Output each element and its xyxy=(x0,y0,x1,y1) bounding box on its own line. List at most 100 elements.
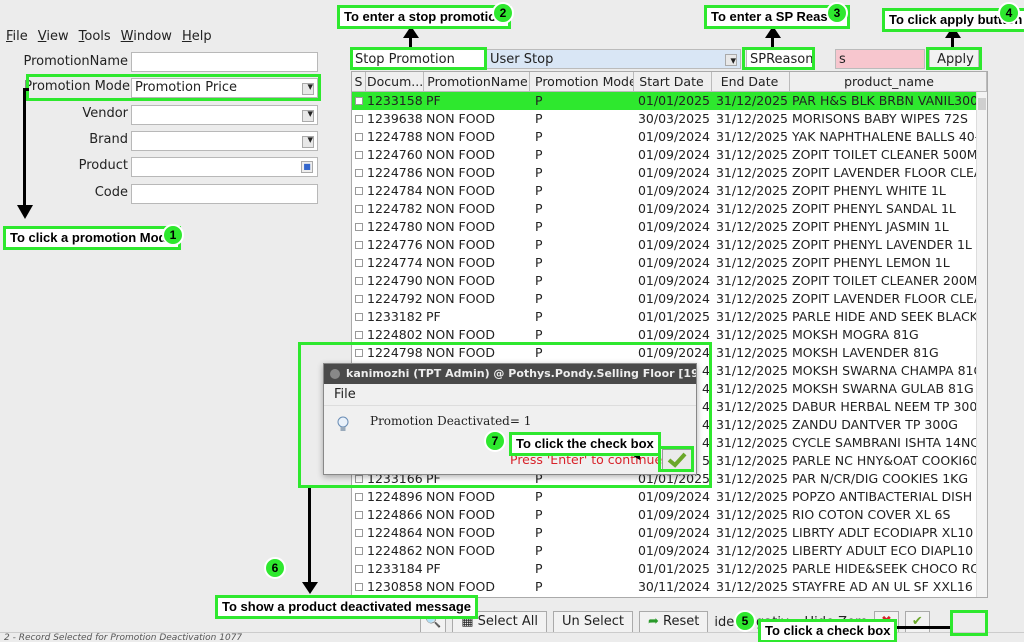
cell-document: 1224774 xyxy=(367,255,423,270)
cell-product-name: ZOPIT PHENYL SANDAL 1L xyxy=(792,201,956,216)
table-row[interactable]: 1224786 NON FOOD P 01/09/2024 31/12/2025 ZOPI… xyxy=(352,164,987,182)
cell-promotion-name: NON FOOD xyxy=(426,345,496,360)
col-product-name[interactable]: product_name xyxy=(790,72,987,91)
lookup-icon[interactable]: ■ xyxy=(301,161,313,173)
row-checkbox[interactable] xyxy=(352,506,366,524)
grid-body: 1233158 PF P 01/01/2025 31/12/2025 PAR H&S BL… xyxy=(352,92,987,596)
row-checkbox[interactable] xyxy=(352,308,366,326)
row-checkbox[interactable] xyxy=(352,326,366,344)
row-checkbox[interactable] xyxy=(352,254,366,272)
cell-product-name: ZOPIT PHENYL LEMON 1L xyxy=(792,255,950,270)
promotion-grid: S Docum... PromotionName Promotion Mode … xyxy=(351,71,988,598)
table-row[interactable]: 1224788 NON FOOD P 01/09/2024 31/12/2025 YAK … xyxy=(352,128,987,146)
cell-end-date: 31/12/2025 xyxy=(715,525,788,540)
cell-start-date: 01/01/2025 xyxy=(637,561,710,576)
row-checkbox[interactable] xyxy=(352,272,366,290)
row-checkbox[interactable] xyxy=(352,236,366,254)
menu-file[interactable]: File xyxy=(6,29,28,44)
cell-promotion-mode: P xyxy=(535,237,543,252)
table-row[interactable]: 1233184 PF P 01/01/2025 31/12/2025 PARLE HIDE… xyxy=(352,560,987,578)
row-checkbox[interactable] xyxy=(352,164,366,182)
badge-6: 6 xyxy=(264,557,286,579)
badge-2: 2 xyxy=(492,2,514,24)
col-select[interactable]: S xyxy=(352,72,366,91)
promotion-name-input[interactable] xyxy=(131,52,318,72)
table-row[interactable]: 1224802 NON FOOD P 01/09/2024 31/12/2025 MOKS… xyxy=(352,326,987,344)
table-row[interactable]: 1224760 NON FOOD P 01/09/2024 31/12/2025 ZOPI… xyxy=(352,146,987,164)
cell-product-name: ZOPIT TOILET CLEANER 500M xyxy=(792,147,978,162)
table-row[interactable]: 1224862 NON FOOD P 01/09/2024 31/12/2025 LIBE… xyxy=(352,542,987,560)
cell-promotion-name: PF xyxy=(426,561,441,576)
dialog-menu-file[interactable]: File xyxy=(324,384,696,406)
cell-product-name: MOKSH SWARNA GULAB 81G xyxy=(792,381,974,396)
menu-view[interactable]: View xyxy=(38,29,69,44)
menu-window[interactable]: Window xyxy=(121,29,172,44)
sp-reason-input[interactable]: s xyxy=(835,49,925,69)
code-input[interactable] xyxy=(131,184,318,204)
col-start-date[interactable]: Start Date xyxy=(634,72,712,91)
row-checkbox[interactable] xyxy=(352,146,366,164)
menu-tools[interactable]: Tools xyxy=(79,29,111,44)
row-checkbox[interactable] xyxy=(352,560,366,578)
dialog-ok-button[interactable] xyxy=(662,449,692,471)
cell-document: 1224862 xyxy=(367,543,423,558)
table-row[interactable]: 1224896 NON FOOD P 01/09/2024 31/12/2025 POPZ… xyxy=(352,488,987,506)
ok-button[interactable]: ✔ xyxy=(904,611,930,633)
table-row[interactable]: 1230858 NON FOOD P 30/11/2024 31/12/2025 STAY… xyxy=(352,578,987,596)
arrow-head-1 xyxy=(17,205,33,219)
row-checkbox[interactable] xyxy=(352,92,366,110)
table-row[interactable]: 1239638 NON FOOD P 30/03/2025 31/12/2025 MORI… xyxy=(352,110,987,128)
col-promotion-mode[interactable]: Promotion Mode xyxy=(530,72,634,91)
table-row[interactable]: 1233182 PF P 01/01/2025 31/12/2025 PARLE HIDE… xyxy=(352,308,987,326)
table-row[interactable]: 1224790 NON FOOD P 01/09/2024 31/12/2025 ZOPI… xyxy=(352,272,987,290)
apply-button[interactable]: Apply xyxy=(929,49,979,69)
promotion-mode-select[interactable]: Promotion Price xyxy=(131,78,318,98)
row-checkbox[interactable] xyxy=(352,542,366,560)
table-row[interactable]: 1224792 NON FOOD P 01/09/2024 31/12/2025 ZOPI… xyxy=(352,290,987,308)
row-checkbox[interactable] xyxy=(352,578,366,596)
table-row[interactable]: 1224864 NON FOOD P 01/09/2024 31/12/2025 LIBR… xyxy=(352,524,987,542)
vendor-select[interactable] xyxy=(131,105,318,125)
cell-end-date: 31/12/2025 xyxy=(715,111,788,126)
row-checkbox[interactable] xyxy=(352,488,366,506)
dialog-title: kanimozhi (TPT Admin) @ Pothys.Pondy.Sel… xyxy=(324,364,696,384)
vertical-scrollbar[interactable] xyxy=(976,92,987,597)
table-row[interactable]: 1224866 NON FOOD P 01/09/2024 31/12/2025 RIO … xyxy=(352,506,987,524)
row-checkbox[interactable] xyxy=(352,524,366,542)
menu-help[interactable]: Help xyxy=(182,29,212,44)
scroll-thumb[interactable] xyxy=(978,98,986,110)
cell-start-date: 01/01/2025 xyxy=(637,309,710,324)
cell-promotion-name: NON FOOD xyxy=(426,291,496,306)
row-checkbox[interactable] xyxy=(352,290,366,308)
cell-product-name: PARLE HIDE&SEEK CHOCO RO xyxy=(792,561,981,576)
row-checkbox[interactable] xyxy=(352,200,366,218)
table-row[interactable]: 1224776 NON FOOD P 01/09/2024 31/12/2025 ZOPI… xyxy=(352,236,987,254)
reset-button[interactable]: ➦ Reset xyxy=(638,611,709,633)
table-row[interactable]: 1224782 NON FOOD P 01/09/2024 31/12/2025 ZOPI… xyxy=(352,200,987,218)
table-row[interactable]: 1224780 NON FOOD P 01/09/2024 31/12/2025 ZOPI… xyxy=(352,218,987,236)
stop-promotion-field[interactable]: Stop Promotion xyxy=(351,49,486,69)
cell-start-date: 01/09/2024 xyxy=(637,129,710,144)
cell-start-date: 01/09/2024 xyxy=(637,345,710,360)
row-checkbox[interactable] xyxy=(352,344,366,362)
row-checkbox[interactable] xyxy=(352,218,366,236)
col-promotion-name[interactable]: PromotionName xyxy=(424,72,530,91)
cell-document: 1224760 xyxy=(367,147,423,162)
row-checkbox[interactable] xyxy=(352,182,366,200)
table-row[interactable]: 1224774 NON FOOD P 01/09/2024 31/12/2025 ZOPI… xyxy=(352,254,987,272)
table-row[interactable]: 1233158 PF P 01/01/2025 31/12/2025 PAR H&S BL… xyxy=(352,92,987,110)
col-document[interactable]: Docum... xyxy=(366,72,424,91)
reason-type-select[interactable]: User Stop xyxy=(486,49,741,70)
row-checkbox[interactable] xyxy=(352,128,366,146)
row-checkbox[interactable] xyxy=(352,110,366,128)
cell-product-name: DABUR HERBAL NEEM TP 300G xyxy=(792,399,987,414)
table-row[interactable]: 1224784 NON FOOD P 01/09/2024 31/12/2025 ZOPI… xyxy=(352,182,987,200)
col-end-date[interactable]: End Date xyxy=(712,72,790,91)
cell-promotion-mode: P xyxy=(535,327,543,342)
unselect-button[interactable]: Un Select xyxy=(552,611,633,633)
product-lookup[interactable]: ■ xyxy=(131,157,318,177)
brand-select[interactable] xyxy=(131,131,318,151)
cell-start-date: 01/09/2024 xyxy=(637,165,710,180)
table-row[interactable]: 1224798 NON FOOD P 01/09/2024 31/12/2025 MOKS… xyxy=(352,344,987,362)
cell-promotion-mode: P xyxy=(535,93,543,108)
